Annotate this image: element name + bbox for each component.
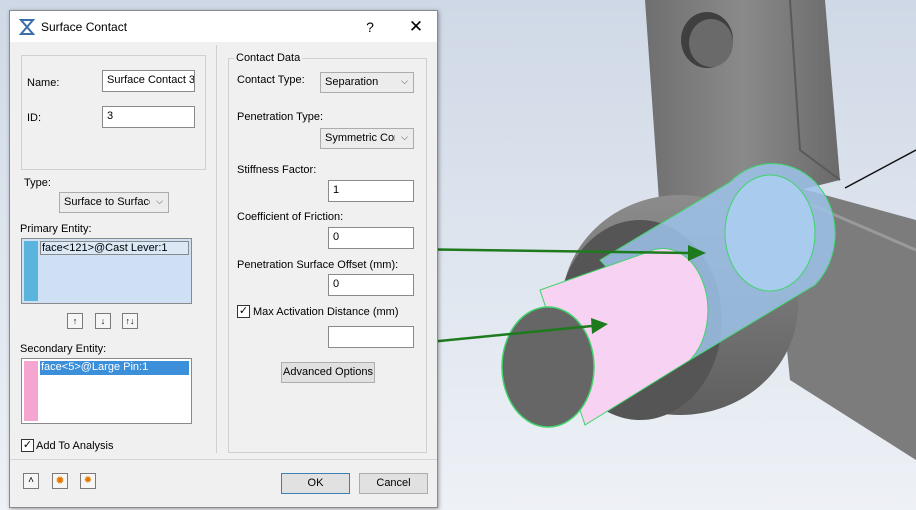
- add-to-analysis-checkbox[interactable]: ✓: [21, 439, 34, 452]
- contact-type-label: Contact Type:: [237, 74, 305, 86]
- move-up-button[interactable]: ↑: [67, 313, 83, 329]
- pane-divider: [216, 45, 217, 453]
- max-activation-input[interactable]: [328, 326, 414, 348]
- ok-button[interactable]: OK: [281, 473, 350, 494]
- surface-offset-label: Penetration Surface Offset (mm):: [237, 259, 399, 271]
- surface-contact-dialog: Surface Contact ? ✕ Name: Surface Contac…: [9, 10, 438, 508]
- lever-hole-rim: [689, 19, 733, 67]
- max-activation-checkbox[interactable]: ✓: [237, 305, 250, 318]
- primary-entity-list[interactable]: face<121>@Cast Lever:1: [21, 238, 192, 304]
- help-button[interactable]: ?: [358, 16, 382, 38]
- chevron-down-icon: ⌵: [401, 76, 408, 86]
- type-dropdown[interactable]: Surface to Surface ⌵: [59, 192, 169, 213]
- id-input[interactable]: 3: [102, 106, 195, 128]
- dialog-title: Surface Contact: [41, 20, 128, 34]
- name-input[interactable]: Surface Contact 3: [102, 70, 195, 92]
- contact-icon: [19, 19, 35, 35]
- primary-color-strip: [24, 241, 38, 301]
- friction-label: Coefficient of Friction:: [237, 211, 344, 223]
- primary-entity-label: Primary Entity:: [20, 223, 92, 235]
- close-button[interactable]: ✕: [404, 16, 428, 38]
- type-label: Type:: [24, 177, 51, 189]
- penetration-type-dropdown[interactable]: Symmetric Cont ⌵: [320, 128, 414, 149]
- stiffness-factor-input[interactable]: 1: [328, 180, 414, 202]
- surface-offset-input[interactable]: 0: [328, 274, 414, 296]
- secondary-entity-list[interactable]: face<5>@Large Pin:1: [21, 358, 192, 424]
- title-bar[interactable]: Surface Contact ? ✕: [10, 11, 437, 42]
- contact-type-dropdown[interactable]: Separation ⌵: [320, 72, 414, 93]
- max-activation-label: Max Activation Distance (mm): [253, 306, 399, 318]
- primary-entity-item[interactable]: face<121>@Cast Lever:1: [40, 241, 189, 255]
- advanced-options-button[interactable]: Advanced Options: [281, 362, 375, 383]
- secondary-entity-label: Secondary Entity:: [20, 343, 107, 355]
- chevron-down-icon: ⌵: [401, 132, 408, 142]
- footer-separator: [10, 459, 437, 460]
- cancel-button[interactable]: Cancel: [359, 473, 428, 494]
- secondary-color-strip: [24, 361, 38, 421]
- secondary-entity-item[interactable]: face<5>@Large Pin:1: [40, 361, 189, 375]
- settings-multi-icon[interactable]: ✹: [80, 473, 96, 489]
- contact-data-heading: Contact Data: [234, 52, 303, 64]
- collapse-icon[interactable]: ˄: [23, 473, 39, 489]
- pin-end-face: [501, 306, 595, 428]
- swap-entities-button[interactable]: ↑↓: [122, 313, 138, 329]
- contact-type-value: Separation: [325, 76, 379, 88]
- friction-input[interactable]: 0: [328, 227, 414, 249]
- penetration-type-value: Symmetric Cont: [325, 132, 395, 144]
- chevron-down-icon: ⌵: [156, 196, 163, 206]
- penetration-type-label: Penetration Type:: [237, 111, 324, 123]
- add-to-analysis-label: Add To Analysis: [36, 440, 114, 452]
- name-label: Name:: [27, 77, 60, 89]
- settings-icon[interactable]: ✹: [52, 473, 68, 489]
- type-dropdown-value: Surface to Surface: [64, 196, 150, 208]
- stiffness-factor-label: Stiffness Factor:: [237, 164, 317, 176]
- id-label: ID:: [27, 112, 42, 124]
- move-down-button[interactable]: ↓: [95, 313, 111, 329]
